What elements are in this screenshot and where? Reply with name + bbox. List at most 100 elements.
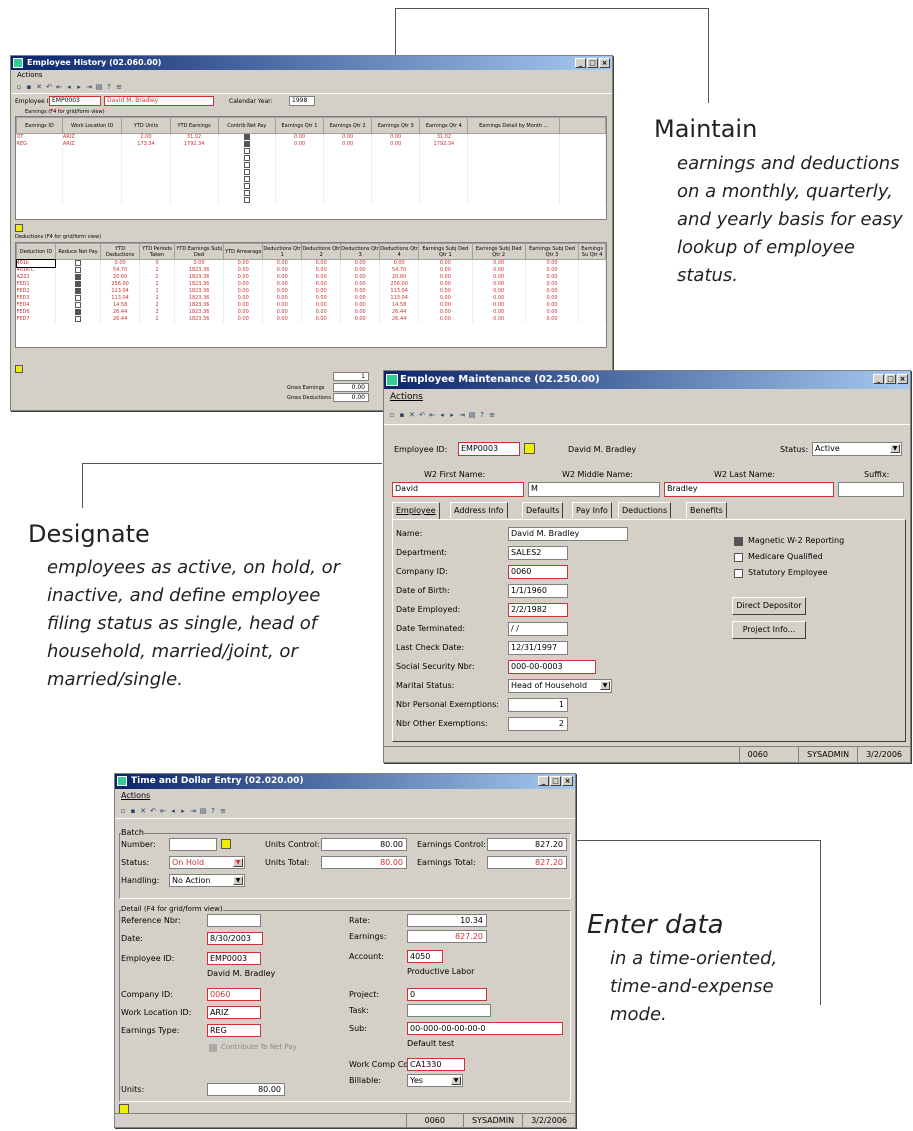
grid-cell[interactable]: 0.00 [301,280,342,288]
title-bar[interactable]: Time and Dollar Entry (02.020.00) _ □ × [115,774,575,789]
contribute-net-pay-checkbox[interactable] [209,1044,217,1052]
chevron-down-icon[interactable]: ▼ [233,858,243,867]
last-icon[interactable]: ⇥ [85,83,93,91]
grid-header[interactable]: Earnings Su Qtr 4 [578,243,606,260]
grid-cell[interactable]: 0.00 [301,273,342,281]
grid-cell[interactable]: 0.00 [262,280,303,288]
grid-header[interactable]: YTD Deductions [100,243,141,260]
grid-cell[interactable]: REG [16,140,63,148]
grid-header[interactable]: Deductions Qtr 3 [340,243,381,260]
grid-cell[interactable]: 31.02 [170,133,219,141]
grid-cell[interactable]: 0.00 [472,294,526,302]
tools-icon[interactable]: ≡ [219,807,227,815]
grid-cell[interactable]: 2 [139,287,175,295]
tab-benefits[interactable]: Benefits [686,502,727,518]
grid-cell[interactable]: 0.00 [262,287,303,295]
grid-cell[interactable]: 1823.36 [174,280,225,288]
contrib-checkbox[interactable] [243,140,250,147]
employee-id-field[interactable]: EMP0003 [49,96,101,106]
grid-cell[interactable]: 2 [139,273,175,281]
grid-cell[interactable]: 0.00 [223,294,264,302]
grid-cell[interactable]: 0.00 [223,259,264,267]
grid-cell[interactable]: 26.44 [379,308,420,316]
field-input[interactable]: 1 [508,698,568,712]
batch-number-field[interactable] [169,838,217,851]
table-row[interactable]: OT ARIZ 2.00 31.02 0.00 0.00 0.00 31.02 [16,133,606,141]
grid-header[interactable]: Earnings Qtr 3 [371,117,421,134]
chevron-down-icon[interactable]: ▼ [451,1076,461,1085]
grid-cell[interactable]: 1823.36 [174,266,225,274]
table-row[interactable]: AZ01 20.60 2 1823.36 0.00 0.00 0.00 0.00 20.60 0.… [16,273,606,281]
tab-pay-info[interactable]: Pay Info [572,502,612,518]
employee-id-field[interactable]: EMP0003 [207,952,261,965]
grid-cell[interactable]: 0.00 [472,301,526,309]
grid-cell[interactable]: 0.00 [472,287,526,295]
close-icon[interactable]: × [562,776,573,786]
employee-id-field[interactable]: EMP0003 [458,442,520,456]
project-field[interactable]: 0 [407,988,487,1001]
field-input[interactable]: Head of Household ▼ [508,679,612,693]
account-field[interactable]: 4050 [407,950,443,963]
grid-cell[interactable]: 1823.36 [174,315,225,323]
task-field[interactable] [407,1004,491,1017]
grid-cell[interactable]: FED2 [16,287,56,295]
grid-cell[interactable]: 256.00 [100,280,141,288]
grid-cell[interactable]: 1792.34 [419,140,469,148]
menu-actions[interactable]: Actions [11,70,612,81]
reduce-net-pay-checkbox[interactable] [75,287,82,294]
grid-cell[interactable]: 0.00 [418,259,473,267]
reduce-net-pay-checkbox[interactable] [75,280,82,287]
grid-cell[interactable]: 1823.36 [174,273,225,281]
direct-depositor-button[interactable]: Direct Depositor [732,597,806,615]
grid-cell[interactable]: 0.00 [340,280,381,288]
grid-cell[interactable]: 0.00 [223,280,264,288]
lookup-icon[interactable] [524,443,535,454]
grid-cell[interactable]: ARIZ [62,140,123,148]
work-location-field[interactable]: ARIZ [207,1006,261,1019]
contrib-checkbox[interactable] [243,154,250,161]
grid-header[interactable]: Earnings Subj Ded Qtr 1 [418,243,473,260]
grid-cell[interactable]: 0.00 [418,273,473,281]
grid-cell[interactable]: 2 [139,301,175,309]
grid-cell[interactable]: 0.00 [340,273,381,281]
grid-cell[interactable]: 54.70 [379,266,420,274]
note-icon[interactable] [15,365,23,373]
rate-field[interactable]: 10.34 [407,914,487,927]
grid-cell[interactable]: 0.00 [340,266,381,274]
close-icon[interactable]: × [599,58,610,68]
grid-header[interactable]: Deductions Qtr 1 [262,243,303,260]
grid-header[interactable]: Earnings Qtr 2 [323,117,373,134]
grid-cell[interactable]: 256.00 [379,280,420,288]
grid-cell[interactable]: 0.00 [472,315,526,323]
grid-cell[interactable]: 1823.36 [174,287,225,295]
reduce-net-pay-checkbox[interactable] [75,315,82,322]
grid-cell[interactable]: 0.00 [262,294,303,302]
calendar-year-field[interactable]: 1998 [289,96,315,106]
title-bar[interactable]: Employee Maintenance (02.250.00) _ □ × [384,371,910,389]
work-comp-field[interactable]: CA1330 [407,1058,465,1071]
reduce-net-pay-checkbox[interactable] [75,260,82,266]
grid-cell[interactable]: 2.00 [121,133,171,141]
grid-cell[interactable]: 0.00 [340,315,381,323]
grid-cell[interactable]: 0.00 [262,266,303,274]
prev-icon[interactable]: ◂ [65,83,73,91]
field-input[interactable]: 2 [508,717,568,731]
grid-cell[interactable]: FED4 [16,301,56,309]
tab-deductions[interactable]: Deductions [618,502,672,518]
grid-cell[interactable]: 0.00 [301,266,342,274]
table-row[interactable]: 401K-C 54.70 2 1823.36 0.00 0.00 0.00 0.00 54.70… [16,266,606,274]
grid-cell[interactable]: 0.00 [525,266,580,274]
grid-cell[interactable]: 0.00 [340,287,381,295]
grid-cell[interactable]: 0.00 [472,280,526,288]
grid-header[interactable]: YTD Earnings Subj Ded [173,243,225,260]
grid-cell[interactable]: 0.00 [379,259,420,267]
grid-cell[interactable]: 113.04 [379,294,420,302]
grid-cell[interactable]: 401k [16,258,57,268]
grid-cell[interactable]: 0.00 [323,133,373,141]
grid-cell[interactable]: 0.00 [223,308,264,316]
reduce-net-pay-checkbox[interactable] [75,308,82,315]
minimize-icon[interactable]: _ [538,776,549,786]
grid-cell[interactable]: 0.00 [223,266,264,274]
grid-cell[interactable]: 0.00 [418,280,473,288]
project-info-button[interactable]: Project Info... [732,621,806,639]
